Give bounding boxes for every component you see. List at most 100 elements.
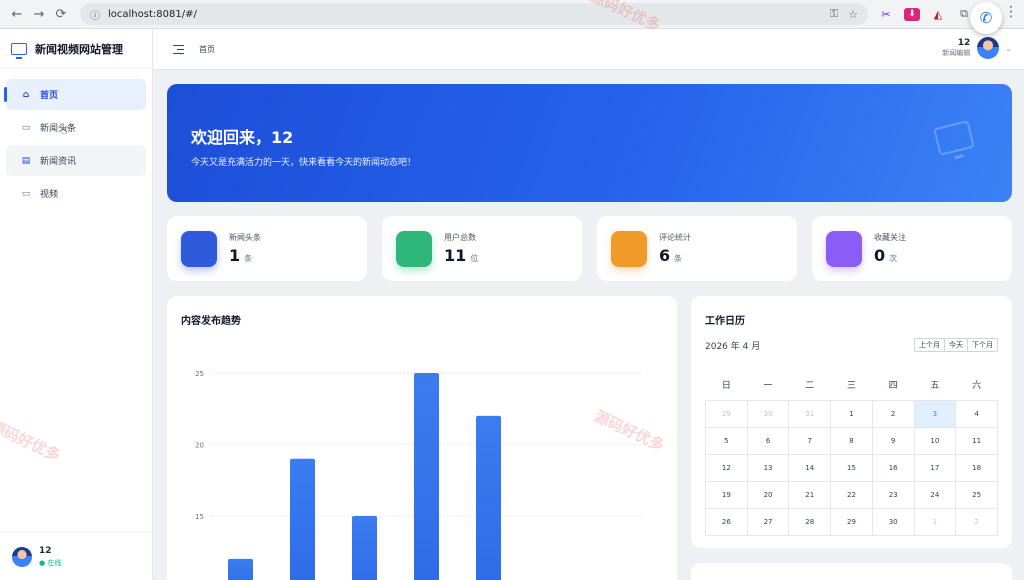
phone-icon[interactable]: ✆ xyxy=(970,2,1002,34)
calendar-day[interactable]: 29 xyxy=(830,507,873,536)
y-tick-label: 25 xyxy=(195,370,204,378)
sidebar-user-name: 12 xyxy=(39,545,52,556)
sidebar-item-headlines[interactable]: ▭ 新闻头条 xyxy=(6,112,146,143)
stat-card-headlines[interactable]: 新闻头条 1条 xyxy=(167,216,367,281)
calendar-day[interactable]: 7 xyxy=(788,426,832,455)
stat-icon xyxy=(396,231,432,267)
calendar-day[interactable]: 22 xyxy=(830,480,873,509)
chart-bar[interactable] xyxy=(290,458,315,580)
extension-scissors-icon[interactable]: ✂ xyxy=(878,8,894,21)
forward-icon[interactable]: → xyxy=(28,3,50,25)
calendar-day[interactable]: 2 xyxy=(871,399,915,428)
stat-unit: 位 xyxy=(470,254,479,263)
sidebar-item-label: 新闻头条 xyxy=(40,124,77,134)
calendar-day[interactable]: 2 xyxy=(955,507,998,536)
weekday-header: 六 xyxy=(972,381,982,392)
calendar-day[interactable]: 3 xyxy=(913,399,957,428)
chart-bar[interactable] xyxy=(476,415,501,580)
chart-bar[interactable] xyxy=(352,516,377,580)
calendar-day[interactable]: 13 xyxy=(746,453,790,482)
calendar-title: 工作日历 xyxy=(705,316,745,327)
calendar-day[interactable]: 5 xyxy=(705,426,748,455)
stat-unit: 条 xyxy=(244,254,253,263)
bookmark-star-icon[interactable]: ☆ xyxy=(848,8,858,21)
calendar-day[interactable]: 25 xyxy=(955,480,998,509)
calendar-day[interactable]: 27 xyxy=(746,507,790,536)
chart-bar[interactable] xyxy=(414,373,439,580)
menu-toggle-icon[interactable] xyxy=(173,44,184,54)
password-key-icon[interactable]: ⚿ xyxy=(830,7,838,21)
calendar-day[interactable]: 30 xyxy=(746,399,790,428)
stat-label: 收藏关注 xyxy=(874,233,906,242)
calendar-day[interactable]: 26 xyxy=(705,507,748,536)
calendar-day[interactable]: 1 xyxy=(830,399,873,428)
monitor-icon xyxy=(933,120,975,156)
reload-icon[interactable]: ⟳ xyxy=(50,3,72,25)
stat-card-favorites[interactable]: 收藏关注 0次 xyxy=(812,216,1012,281)
sidebar-item-label: 新闻资讯 xyxy=(40,157,77,167)
calendar-day[interactable]: 4 xyxy=(955,399,998,428)
sidebar-item-news[interactable]: ▤ 新闻资讯 xyxy=(6,145,146,176)
next-month-button[interactable]: 下个月 xyxy=(968,338,998,352)
calendar-day[interactable]: 24 xyxy=(913,480,957,509)
back-icon[interactable]: ← xyxy=(6,3,28,25)
clipboard-icon: ▤ xyxy=(21,155,31,166)
calendar-day[interactable]: 11 xyxy=(955,426,998,455)
calendar-day[interactable]: 12 xyxy=(705,453,748,482)
sidebar-item-label: 视频 xyxy=(40,190,59,200)
online-status: ● 在线 xyxy=(39,558,62,567)
extension-shield-icon[interactable]: ◭ xyxy=(930,8,946,21)
sidebar-item-label: 首页 xyxy=(40,91,59,101)
chat-icon: ▭ xyxy=(21,122,31,133)
breadcrumb[interactable]: 首页 xyxy=(199,44,215,55)
calendar-day[interactable]: 14 xyxy=(788,453,832,482)
calendar-day[interactable]: 15 xyxy=(830,453,873,482)
stat-icon xyxy=(826,231,862,267)
stat-unit: 条 xyxy=(674,254,683,263)
sidebar-item-home[interactable]: ⌂ 首页 xyxy=(4,79,146,110)
calendar-day[interactable]: 20 xyxy=(746,480,790,509)
site-info-icon[interactable]: ⓘ xyxy=(90,7,100,22)
weekday-header: 二 xyxy=(805,381,815,392)
calendar-day[interactable]: 19 xyxy=(705,480,748,509)
calendar-day[interactable]: 10 xyxy=(913,426,957,455)
lower-card xyxy=(691,563,1012,580)
calendar-day[interactable]: 8 xyxy=(830,426,873,455)
brand: 新闻视频网站管理 xyxy=(0,29,152,69)
welcome-subtitle: 今天又是充满活力的一天，快来看看今天的新闻动态吧！ xyxy=(191,158,417,168)
stat-icon xyxy=(181,231,217,267)
stat-card-comments[interactable]: 评论统计 6条 xyxy=(597,216,797,281)
calendar-day[interactable]: 17 xyxy=(913,453,957,482)
calendar-day[interactable]: 9 xyxy=(871,426,915,455)
sidebar: 新闻视频网站管理 ⌂ 首页 ▭ 新闻头条 ▤ 新闻资讯 ▭ 视频 12 ● 在线 xyxy=(0,29,153,580)
calendar-day[interactable]: 18 xyxy=(955,453,998,482)
calendar-day[interactable]: 28 xyxy=(788,507,832,536)
weekday-header: 五 xyxy=(930,381,940,392)
header-user-menu[interactable]: 12 新闻编辑 ⌄ xyxy=(942,37,1012,59)
calendar-day[interactable]: 31 xyxy=(788,399,832,428)
sidebar-user[interactable]: 12 ● 在线 xyxy=(0,532,152,580)
calendar-day[interactable]: 30 xyxy=(871,507,915,536)
stat-value: 1 xyxy=(229,246,241,265)
calendar-day[interactable]: 21 xyxy=(788,480,832,509)
sidebar-item-video[interactable]: ▭ 视频 xyxy=(6,178,146,209)
browser-menu-icon[interactable]: ⋮ xyxy=(1004,4,1018,20)
weekday-header: 三 xyxy=(846,381,856,392)
calendar-day[interactable]: 23 xyxy=(871,480,915,509)
browser-toolbar: ← → ⟳ ⓘ localhost:8081/#/ ⚿ ☆ ✂ ⬇ ◭ ⧉ xyxy=(0,0,1024,29)
stat-card-users[interactable]: 用户总数 11 位 xyxy=(382,216,582,281)
chart-bar[interactable] xyxy=(228,558,253,580)
prev-month-button[interactable]: 上个月 xyxy=(914,338,945,352)
calendar-day[interactable]: 6 xyxy=(746,426,790,455)
welcome-title: 欢迎回来，12 xyxy=(191,128,294,147)
calendar-day[interactable]: 1 xyxy=(913,507,957,536)
calendar-month: 2026 年 4 月 xyxy=(705,342,761,352)
calendar-day[interactable]: 16 xyxy=(871,453,915,482)
monitor-icon xyxy=(11,42,27,59)
extension-download-icon[interactable]: ⬇ xyxy=(904,7,920,21)
y-tick-label: 15 xyxy=(195,513,204,521)
today-button[interactable]: 今天 xyxy=(945,338,968,352)
calendar-day[interactable]: 29 xyxy=(705,399,748,428)
address-bar[interactable]: ⓘ localhost:8081/#/ ⚿ ☆ xyxy=(80,3,868,25)
top-header: 首页 12 新闻编辑 ⌄ xyxy=(153,29,1024,70)
